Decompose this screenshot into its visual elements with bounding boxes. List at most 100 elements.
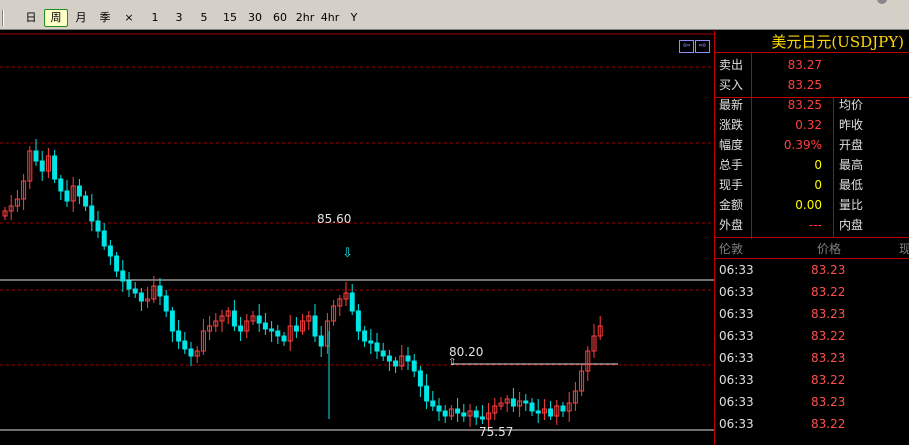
candle-body xyxy=(473,410,479,418)
period-button-12[interactable]: 4hr xyxy=(320,9,340,27)
candle-body xyxy=(548,408,554,417)
candle-body xyxy=(64,190,70,202)
quote-value: 0.32 xyxy=(795,118,822,132)
tick-time: 06:33 xyxy=(719,263,754,277)
period-button-13[interactable]: Y xyxy=(347,9,361,27)
period-button-4[interactable]: × xyxy=(122,9,136,27)
candle-body xyxy=(107,245,113,257)
quote-row: 现手 0 最低 xyxy=(715,175,909,195)
quote-label: 总手 xyxy=(719,158,744,172)
candle-body xyxy=(461,412,467,417)
candle-body xyxy=(188,348,194,357)
toolbar-separator xyxy=(2,10,4,26)
candle-body xyxy=(163,295,169,312)
candle-body xyxy=(529,402,535,412)
period-button-5[interactable]: 1 xyxy=(148,9,162,27)
period-button-8[interactable]: 15 xyxy=(221,9,239,27)
period-button-1[interactable]: 周 xyxy=(44,9,68,27)
quote-label: 现手 xyxy=(719,178,744,192)
candlestick-svg[interactable]: 85.60⇩80.20⇧75.57 xyxy=(0,31,714,445)
tick-header: 伦敦 价格 现 xyxy=(715,239,909,259)
quote-row: 总手 0 最高 xyxy=(715,155,909,175)
quote-label-secondary: 开盘 xyxy=(839,138,864,152)
quote-label: 涨跌 xyxy=(719,118,744,132)
candle-body xyxy=(436,405,442,412)
candle-body xyxy=(430,400,436,407)
tick-row: 06:33 83.23 xyxy=(715,391,909,413)
tick-time: 06:33 xyxy=(719,417,754,431)
candle-body xyxy=(355,310,361,332)
quote-value: 0 xyxy=(814,158,822,172)
candle-body xyxy=(411,360,417,372)
candle-body xyxy=(52,155,58,180)
tick-time: 06:33 xyxy=(719,373,754,387)
period-button-0[interactable]: 日 xyxy=(22,9,40,27)
tick-row: 06:33 83.23 xyxy=(715,259,909,281)
quote-label-secondary: 量比 xyxy=(839,198,864,212)
tick-header-volume: 现 xyxy=(899,242,909,256)
scroll-right-icon[interactable]: ⇨ xyxy=(695,40,710,53)
tick-header-time: 伦敦 xyxy=(719,242,744,256)
candle-body xyxy=(114,255,120,272)
up-arrow-icon: ⇧ xyxy=(448,357,456,368)
candle-body xyxy=(312,315,318,337)
tick-row: 06:33 83.22 xyxy=(715,413,909,435)
panel-column-divider xyxy=(751,53,752,239)
symbol-title: 美元日元(USDJPY) xyxy=(715,31,909,53)
quote-label-secondary: 均价 xyxy=(839,98,864,112)
candle-body xyxy=(368,340,374,344)
period-button-10[interactable]: 60 xyxy=(271,9,289,27)
tick-price: 83.22 xyxy=(811,285,846,299)
candle-body xyxy=(120,270,126,282)
candle-body xyxy=(380,350,386,357)
scroll-left-icon[interactable]: ⇦ xyxy=(679,40,694,53)
candle-body xyxy=(417,370,423,387)
quote-label: 幅度 xyxy=(719,138,744,152)
candle-body xyxy=(275,330,281,337)
period-toolbar: 日周月季 × 1 3 5 15 30 60 2hr 4hr Y xyxy=(0,6,909,30)
quote-row: 幅度 0.39% 开盘 xyxy=(715,135,909,155)
quote-label: 卖出 xyxy=(719,58,744,72)
tick-time: 06:33 xyxy=(719,307,754,321)
candle-body xyxy=(393,360,399,367)
candle-body xyxy=(479,416,485,420)
quote-label: 买入 xyxy=(719,78,744,92)
quote-label: 金额 xyxy=(719,198,744,212)
quote-label: 外盘 xyxy=(719,218,744,232)
period-button-6[interactable]: 3 xyxy=(172,9,186,27)
quote-row: 卖出 83.27 xyxy=(715,55,909,75)
candle-body xyxy=(169,310,175,332)
window-control-icon[interactable] xyxy=(877,0,887,4)
quote-value: 83.25 xyxy=(787,78,822,92)
quote-value: 0 xyxy=(814,178,822,192)
quote-row: 外盘 --- 内盘 xyxy=(715,215,909,235)
candle-body xyxy=(293,325,299,332)
period-button-3[interactable]: 季 xyxy=(96,9,114,27)
period-button-2[interactable]: 月 xyxy=(72,9,90,27)
quote-label-secondary: 最高 xyxy=(839,158,864,172)
price-chart[interactable]: 85.60 ⇩ 80.20 ⇧ 75.57 ⇦ ⇨ xyxy=(0,31,714,445)
candle-body xyxy=(176,330,182,342)
candle-body xyxy=(386,355,392,362)
candle-body xyxy=(405,355,411,362)
quote-label-secondary: 昨收 xyxy=(839,118,864,132)
period-button-11[interactable]: 2hr xyxy=(295,9,315,27)
tick-price: 83.22 xyxy=(811,373,846,387)
tick-price: 83.23 xyxy=(811,395,846,409)
annotation-high-label: 85.60 xyxy=(317,212,351,226)
quote-value: 0.00 xyxy=(795,198,822,212)
candle-body xyxy=(95,220,101,232)
period-button-7[interactable]: 5 xyxy=(197,9,211,27)
candle-body xyxy=(58,178,64,192)
period-button-9[interactable]: 30 xyxy=(246,9,264,27)
candle-body xyxy=(256,315,262,324)
candle-body xyxy=(318,335,324,347)
quote-row: 涨跌 0.32 昨收 xyxy=(715,115,909,135)
tick-time: 06:33 xyxy=(719,395,754,409)
candle-body xyxy=(138,292,144,302)
down-arrow-icon: ⇩ xyxy=(342,246,353,261)
quote-value: 83.27 xyxy=(787,58,822,72)
tick-price: 83.22 xyxy=(811,417,846,431)
candle-body xyxy=(132,288,138,294)
candle-body xyxy=(269,328,275,332)
